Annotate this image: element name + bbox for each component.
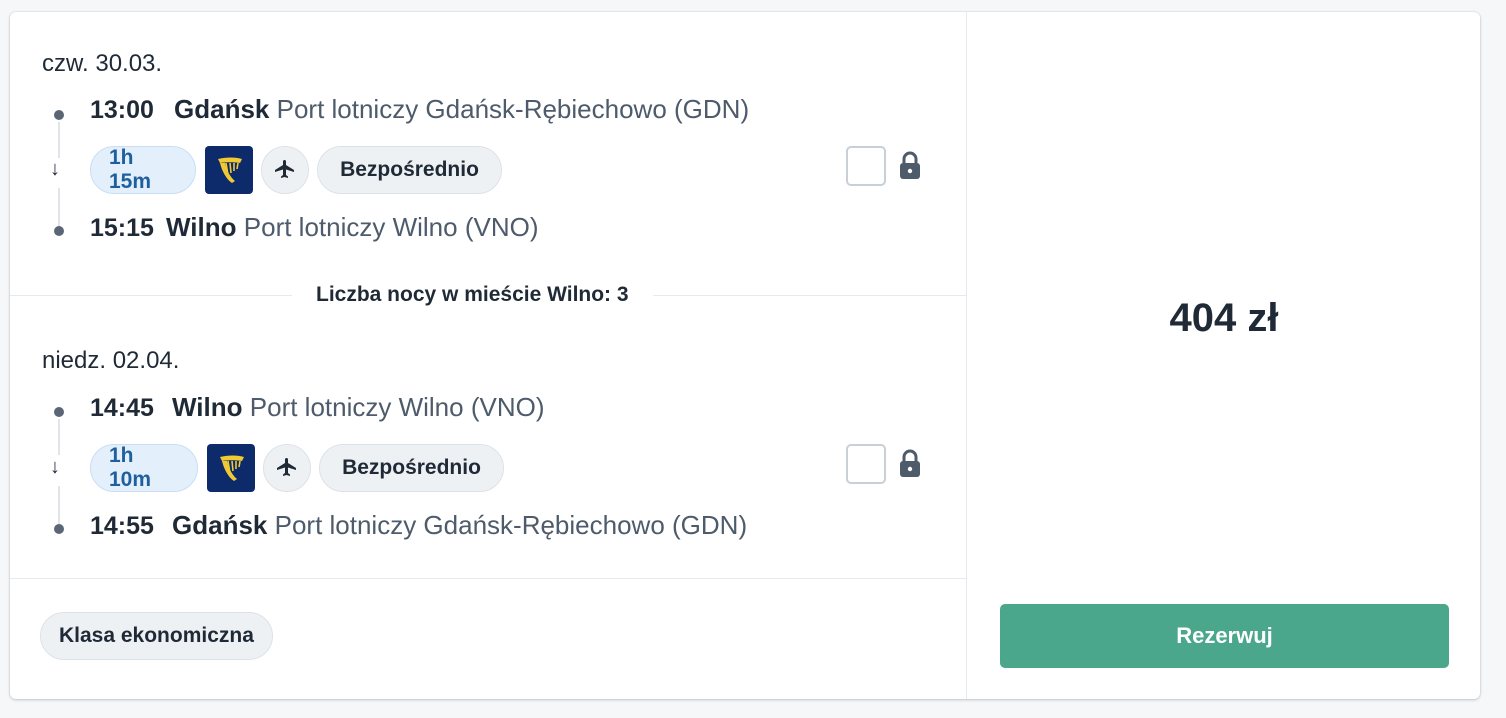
book-button[interactable]: Rezerwuj (1000, 604, 1449, 668)
return-departure-airport: Port lotniczy Wilno (VNO) (249, 392, 545, 422)
price-panel: 404 zł Rezerwuj (966, 12, 1480, 699)
plane-icon (263, 444, 311, 492)
cabin-class-chip: Klasa ekonomiczna (40, 612, 273, 660)
return-arrival-city: Gdańsk (172, 510, 268, 540)
arrival-dot (54, 226, 64, 236)
arrival-dot (54, 524, 64, 534)
outbound-select-checkbox[interactable] (846, 146, 886, 186)
return-departure-place: Wilno Port lotniczy Wilno (VNO) (172, 392, 545, 423)
timeline-line (58, 419, 60, 455)
down-arrow-icon: ↓ (50, 158, 60, 180)
return-arrival-airport: Port lotniczy Gdańsk-Rębiechowo (GDN) (274, 510, 748, 540)
ryanair-harp-icon (207, 444, 255, 492)
outbound-duration-chip: 1h 15m (90, 146, 196, 194)
return-arrival-place: Gdańsk Port lotniczy Gdańsk-Rębiechowo (… (172, 510, 747, 541)
outbound-stops-chip: Bezpośrednio (317, 146, 502, 194)
ryanair-harp-icon (205, 146, 253, 194)
footer-divider (10, 578, 966, 579)
price-label: 404 zł (1169, 296, 1279, 340)
nights-label: Liczba nocy w mieście Wilno: 3 (292, 280, 653, 310)
return-stops-chip: Bezpośrednio (319, 444, 504, 492)
return-select-checkbox[interactable] (846, 444, 886, 484)
itinerary-panel: czw. 30.03. 13:00 Gdańsk Port lotniczy G… (10, 12, 966, 699)
outbound-arrival-place: Wilno Port lotniczy Wilno (VNO) (166, 212, 539, 243)
departure-dot (54, 110, 64, 120)
outbound-departure-time: 13:00 (90, 96, 154, 124)
lock-icon (898, 449, 922, 479)
outbound-arrival-airport: Port lotniczy Wilno (VNO) (243, 212, 539, 242)
lock-icon (898, 151, 922, 181)
timeline-line (58, 486, 60, 524)
return-duration-chip: 1h 10m (90, 444, 198, 492)
return-departure-time: 14:45 (90, 394, 154, 422)
outbound-departure-city: Gdańsk (174, 94, 270, 124)
plane-icon (261, 146, 309, 194)
outbound-arrival-city: Wilno (166, 212, 237, 242)
flight-result-card: czw. 30.03. 13:00 Gdańsk Port lotniczy G… (10, 12, 1480, 699)
outbound-date: czw. 30.03. (42, 50, 163, 77)
return-arrival-time: 14:55 (90, 512, 154, 540)
departure-dot (54, 407, 64, 417)
return-date: niedz. 02.04. (42, 347, 180, 374)
timeline-line (58, 188, 60, 226)
timeline-line (58, 122, 60, 158)
outbound-departure-place: Gdańsk Port lotniczy Gdańsk-Rębiechowo (… (174, 94, 749, 125)
outbound-departure-airport: Port lotniczy Gdańsk-Rębiechowo (GDN) (276, 94, 750, 124)
return-departure-city: Wilno (172, 392, 243, 422)
down-arrow-icon: ↓ (50, 456, 60, 478)
outbound-arrival-time: 15:15 (90, 214, 154, 242)
